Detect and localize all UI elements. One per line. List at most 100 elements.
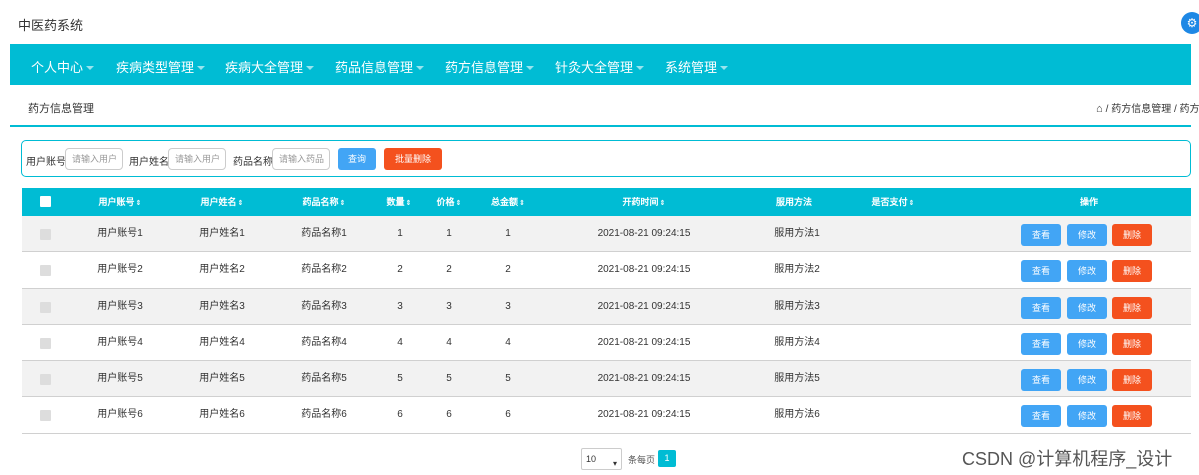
nav-item-system[interactable]: 系统管理 (665, 44, 729, 85)
prescription-table: 用户账号⇕ 用户姓名⇕ 药品名称⇕ 数量⇕ 价格⇕ 总金额⇕ 开药时间⇕ 服用方… (22, 188, 1191, 434)
select-all-checkbox[interactable] (40, 196, 51, 207)
nav-item-acupuncture[interactable]: 针灸大全管理 (555, 44, 645, 85)
cell-drug: 药品名称3 (301, 300, 347, 312)
cell-drug: 药品名称6 (301, 409, 347, 421)
view-button[interactable]: 查看 (1021, 332, 1061, 355)
edit-button[interactable]: 修改 (1067, 332, 1107, 355)
row-checkbox[interactable] (40, 374, 51, 386)
cell-method: 服用方法3 (774, 300, 820, 312)
delete-button[interactable]: 删除 (1112, 369, 1152, 392)
drug-label: 药品名称 (233, 157, 273, 168)
account-search-input[interactable]: 请输入用户 (65, 148, 123, 170)
row-checkbox[interactable] (40, 337, 51, 349)
cell-total: 1 (505, 228, 511, 239)
table-row: 用户账号2 用户姓名2 药品名称2 2 2 2 2021-08-21 09:24… (22, 252, 1191, 289)
cell-total: 3 (505, 300, 511, 312)
column-header-drug[interactable]: 药品名称⇕ (298, 188, 350, 216)
row-checkbox[interactable] (40, 229, 51, 240)
nav-item-prescription-info[interactable]: 药方信息管理 (445, 44, 535, 85)
sort-icon: ⇕ (519, 200, 525, 207)
column-header-total[interactable]: 总金额⇕ (488, 188, 528, 216)
cell-drug: 药品名称5 (301, 373, 347, 385)
cell-price: 4 (446, 336, 452, 348)
chevron-down-icon (416, 66, 425, 70)
sort-icon: ⇕ (455, 200, 462, 207)
row-checkbox[interactable] (40, 410, 51, 422)
view-button[interactable]: 查看 (1021, 296, 1061, 319)
per-page-label: 条每页 (628, 455, 656, 465)
delete-button[interactable]: 删除 (1112, 260, 1152, 283)
cell-drug: 药品名称1 (301, 228, 347, 239)
delete-button[interactable]: 删除 (1112, 224, 1152, 246)
sort-icon: ⇕ (339, 200, 346, 207)
view-button[interactable]: 查看 (1021, 224, 1061, 246)
breadcrumb: ⌂ / 药方信息管理 / 药方 (1096, 100, 1199, 115)
edit-button[interactable]: 修改 (1067, 224, 1107, 246)
delete-button[interactable]: 删除 (1112, 296, 1152, 319)
cell-price: 2 (446, 264, 452, 276)
chevron-down-icon (86, 66, 95, 70)
column-header-price[interactable]: 价格⇕ (434, 188, 464, 216)
cell-drug: 药品名称2 (301, 264, 347, 276)
cell-quantity: 1 (397, 228, 403, 239)
cell-total: 6 (505, 409, 511, 421)
column-header-actions: 操作 (1079, 197, 1098, 207)
column-header-quantity[interactable]: 数量⇕ (384, 188, 414, 216)
page-size-select[interactable]: 10 ▾ (581, 448, 622, 470)
edit-button[interactable]: 修改 (1067, 369, 1107, 392)
edit-button[interactable]: 修改 (1067, 260, 1107, 283)
column-header-paid[interactable]: 是否支付⇕ (868, 188, 918, 216)
table-row: 用户账号6 用户姓名6 药品名称6 6 6 6 2021-08-21 09:24… (22, 397, 1191, 434)
cell-time: 2021-08-21 09:24:15 (597, 228, 691, 239)
edit-button[interactable]: 修改 (1067, 296, 1107, 319)
column-header-account[interactable]: 用户账号⇕ (94, 188, 146, 216)
row-checkbox[interactable] (40, 265, 51, 277)
view-button[interactable]: 查看 (1021, 405, 1061, 428)
home-icon[interactable]: ⌂ (1096, 103, 1103, 115)
view-button[interactable]: 查看 (1021, 369, 1061, 392)
chevron-down-icon: ▾ (612, 459, 617, 468)
nav-item-disease-type[interactable]: 疾病类型管理 (116, 44, 206, 85)
query-button[interactable]: 查询 (338, 148, 376, 170)
row-checkbox[interactable] (40, 301, 51, 313)
cell-account: 用户账号5 (97, 373, 143, 385)
name-label: 用户姓名 (129, 157, 169, 168)
cell-quantity: 5 (397, 373, 403, 385)
user-icon[interactable]: ⚙ (1181, 12, 1199, 34)
cell-name: 用户姓名2 (199, 264, 245, 276)
cell-name: 用户姓名6 (199, 409, 245, 421)
cell-price: 1 (446, 228, 452, 239)
nav-item-disease-encyclopedia[interactable]: 疾病大全管理 (225, 44, 315, 85)
cell-time: 2021-08-21 09:24:15 (597, 336, 691, 348)
cell-price: 3 (446, 300, 452, 312)
cell-quantity: 2 (397, 264, 403, 276)
cell-account: 用户账号6 (97, 409, 143, 421)
name-search-input[interactable]: 请输入用户 (168, 148, 226, 170)
watermark-text: CSDN @计算机程序_设计 (962, 449, 1173, 469)
drug-search-input[interactable]: 请输入药品 (272, 148, 330, 170)
nav-item-drug-info[interactable]: 药品信息管理 (335, 44, 425, 85)
batch-delete-button[interactable]: 批量删除 (384, 148, 442, 170)
cell-quantity: 4 (397, 336, 403, 348)
breadcrumb-text[interactable]: / 药方信息管理 / 药方 (1106, 104, 1199, 115)
nav-item-personal-center[interactable]: 个人中心 (31, 44, 95, 85)
search-panel: 用户账号 请输入用户 用户姓名 请输入用户 药品名称 请输入药品 查询 批量删除 (21, 140, 1191, 177)
cell-account: 用户账号3 (97, 300, 143, 312)
table-row: 用户账号4 用户姓名4 药品名称4 4 4 4 2021-08-21 09:24… (22, 324, 1191, 362)
cell-quantity: 3 (397, 300, 403, 312)
page-title: 药方信息管理 (28, 103, 94, 115)
view-button[interactable]: 查看 (1021, 260, 1061, 283)
cell-account: 用户账号1 (97, 228, 143, 239)
cell-price: 5 (446, 373, 452, 385)
column-header-time[interactable]: 开药时间⇕ (620, 188, 668, 216)
chevron-down-icon (306, 66, 315, 70)
column-header-method: 服用方法 (775, 197, 812, 207)
edit-button[interactable]: 修改 (1067, 405, 1107, 428)
column-header-name[interactable]: 用户姓名⇕ (196, 188, 248, 216)
delete-button[interactable]: 删除 (1112, 405, 1152, 428)
page-number-current[interactable]: 1 (658, 450, 676, 467)
cell-quantity: 6 (397, 409, 403, 421)
cell-time: 2021-08-21 09:24:15 (597, 264, 691, 276)
chevron-down-icon (197, 66, 206, 70)
delete-button[interactable]: 删除 (1112, 332, 1152, 355)
